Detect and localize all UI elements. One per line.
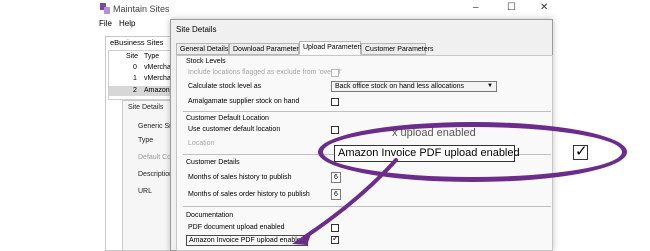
callout-arrow-icon [292, 158, 398, 245]
screen: Maintain Sites – ☐ ✕ File Help eBusiness… [0, 0, 650, 251]
